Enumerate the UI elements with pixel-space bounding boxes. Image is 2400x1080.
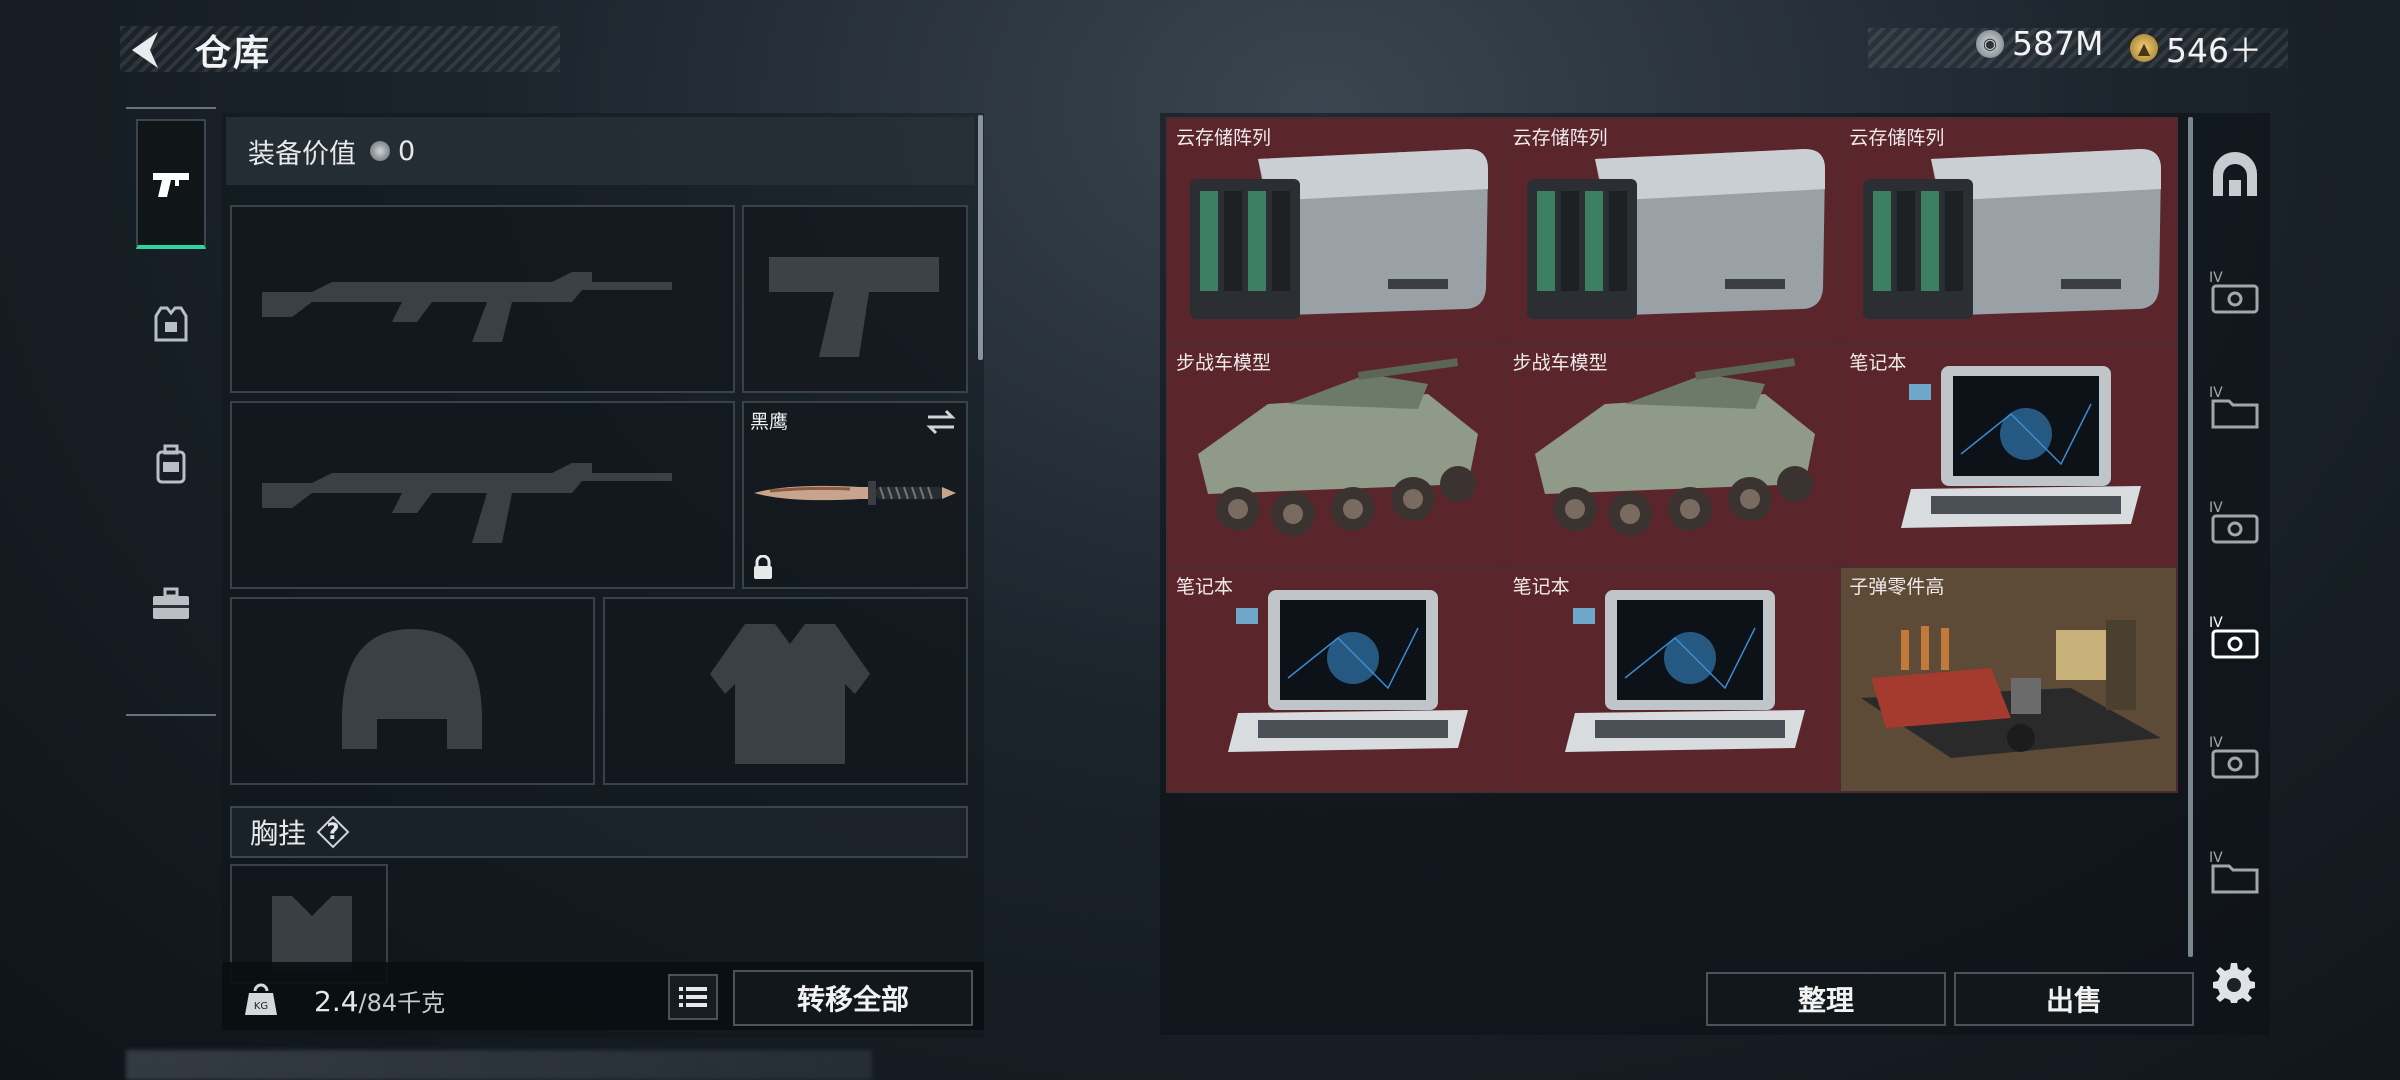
laptop-icon [1228, 590, 1468, 753]
pistol-icon [153, 173, 189, 197]
lock-icon [754, 555, 772, 579]
equipment-value-bar: 装备价值 0 [226, 117, 974, 185]
tier-iv-case-icon: IV [2209, 500, 2259, 544]
list-icon [679, 987, 707, 1007]
slot-body-armor[interactable] [603, 597, 968, 785]
chest-rig-label: 胸挂 [250, 817, 307, 850]
svg-text:IV: IV [2209, 270, 2223, 286]
help-icon[interactable]: ? [316, 815, 350, 849]
tier-iv-folder-icon: IV [2209, 850, 2259, 894]
gold-currency[interactable]: ▲ 546＋ [2130, 24, 2262, 72]
storage-item-cloud-array[interactable]: 云存储阵列 [1504, 119, 1840, 342]
body-armor-icon [710, 624, 870, 764]
storage-item-cloud-array[interactable]: 云存储阵列 [1841, 119, 2176, 342]
rail-item-tier-iv-1[interactable]: IV [2200, 243, 2270, 343]
transfer-all-button[interactable]: 转移全部 [733, 970, 973, 1026]
silver-coin-icon [370, 141, 390, 161]
rail-item-tier-iv-4[interactable]: IV [2200, 588, 2270, 688]
storage-item-cloud-array[interactable]: 云存储阵列 [1168, 119, 1503, 342]
rail-item-all[interactable] [2200, 125, 2270, 225]
cloud-storage-array-icon [1526, 149, 1825, 319]
swap-icon[interactable] [926, 409, 956, 435]
slot-pistol[interactable] [742, 205, 968, 393]
equipment-scrollbar[interactable] [978, 115, 983, 360]
svg-text:IV: IV [2209, 385, 2223, 401]
ifv-model-icon [1198, 357, 1478, 536]
rail-item-tier-iv-6[interactable]: IV [2200, 823, 2270, 923]
equipment-value-label: 装备价值 [248, 138, 356, 170]
backpack-icon [156, 444, 186, 484]
storage-item-laptop[interactable]: 笔记本 [1168, 568, 1503, 791]
gold-coin-icon: ▲ [2130, 34, 2158, 62]
tier-iv-case-icon: IV [2209, 270, 2259, 314]
ammo-parts-icon [1861, 620, 2162, 759]
sell-button[interactable]: 出售 [1954, 972, 2194, 1026]
slot-melee[interactable]: 黑鹰 [742, 401, 968, 589]
svg-text:KG: KG [254, 1001, 268, 1012]
storage-item-laptop[interactable]: 笔记本 [1841, 343, 2176, 567]
silver-currency-value: 587M [2012, 24, 2104, 63]
weight-readout: 2.4/84千克 [314, 983, 445, 1018]
weight-max: /84千克 [358, 989, 446, 1017]
chest-rig-header: 胸挂 ? [230, 806, 968, 858]
settings-button[interactable] [2202, 950, 2266, 1014]
armor-vest-icon [154, 306, 188, 342]
tab-backpack[interactable] [136, 399, 206, 529]
slot-helmet[interactable] [230, 597, 595, 785]
toolbox-icon [153, 587, 189, 619]
tab-toolbox[interactable] [136, 539, 206, 669]
rail-item-tier-iv-2[interactable]: IV [2200, 358, 2270, 458]
rail-item-tier-iv-5[interactable]: IV [2200, 708, 2270, 808]
storage-item-ifv-model[interactable]: 步战车模型 [1168, 343, 1503, 567]
tier-iv-case-icon: IV [2209, 615, 2259, 659]
storage-item-laptop[interactable]: 笔记本 [1504, 568, 1840, 791]
laptop-icon [1901, 365, 2142, 528]
help-icon-text: ? [326, 819, 340, 845]
storage-grid: 云存储阵列 云存储阵列 云存储阵列 步战车模型 步战车模型 笔记本 笔记本 笔记… [1166, 117, 2178, 793]
tier-iv-case-icon: IV [2209, 735, 2259, 779]
rifle-icon [262, 272, 672, 342]
silver-coin-icon: ◉ [1976, 29, 2004, 58]
list-view-button[interactable] [668, 974, 718, 1020]
gold-currency-value: 546＋ [2166, 31, 2262, 70]
rail-item-tier-iv-3[interactable]: IV [2200, 473, 2270, 573]
storage-item-ammo-parts[interactable]: 子弹零件高 [1841, 568, 2176, 791]
svg-text:IV: IV [2209, 850, 2223, 866]
pistol-icon [769, 257, 939, 357]
obscured-region [126, 1050, 872, 1080]
helmet-icon [342, 629, 482, 749]
storage-category-rail: IV IV IV IV IV IV [2200, 120, 2270, 950]
back-arrow-icon [132, 32, 158, 68]
slot-primary-weapon-2[interactable] [230, 401, 735, 589]
melee-item-name: 黑鹰 [750, 411, 789, 433]
arch-icon [2213, 152, 2257, 196]
back-button[interactable] [120, 24, 168, 76]
equipment-category-tabs [126, 107, 216, 716]
arrange-button[interactable]: 整理 [1706, 972, 1946, 1026]
laptop-icon [1564, 590, 1805, 753]
slot-primary-weapon-1[interactable] [230, 205, 735, 393]
tier-iv-folder-icon: IV [2209, 385, 2259, 429]
svg-text:IV: IV [2209, 735, 2223, 751]
svg-text:IV: IV [2209, 615, 2223, 631]
svg-text:IV: IV [2209, 500, 2223, 516]
cloud-storage-array-icon [1863, 149, 2162, 319]
ifv-model-icon [1534, 357, 1815, 536]
tab-armor[interactable] [136, 259, 206, 389]
tab-weapons[interactable] [136, 119, 206, 249]
page-title: 仓库 [195, 33, 272, 74]
weight-icon: KG [232, 970, 290, 1028]
storage-item-ifv-model[interactable]: 步战车模型 [1504, 343, 1840, 567]
combat-knife-icon [754, 481, 956, 505]
header-decoration [120, 26, 560, 72]
weight-current: 2.4 [314, 985, 359, 1018]
gear-icon [2213, 963, 2255, 1003]
equipment-value: 0 [398, 135, 416, 167]
storage-scrollbar[interactable] [2188, 117, 2193, 957]
rifle-icon [262, 463, 672, 543]
cloud-storage-array-icon [1190, 149, 1488, 319]
silver-currency[interactable]: ◉ 587M [1976, 24, 2103, 63]
